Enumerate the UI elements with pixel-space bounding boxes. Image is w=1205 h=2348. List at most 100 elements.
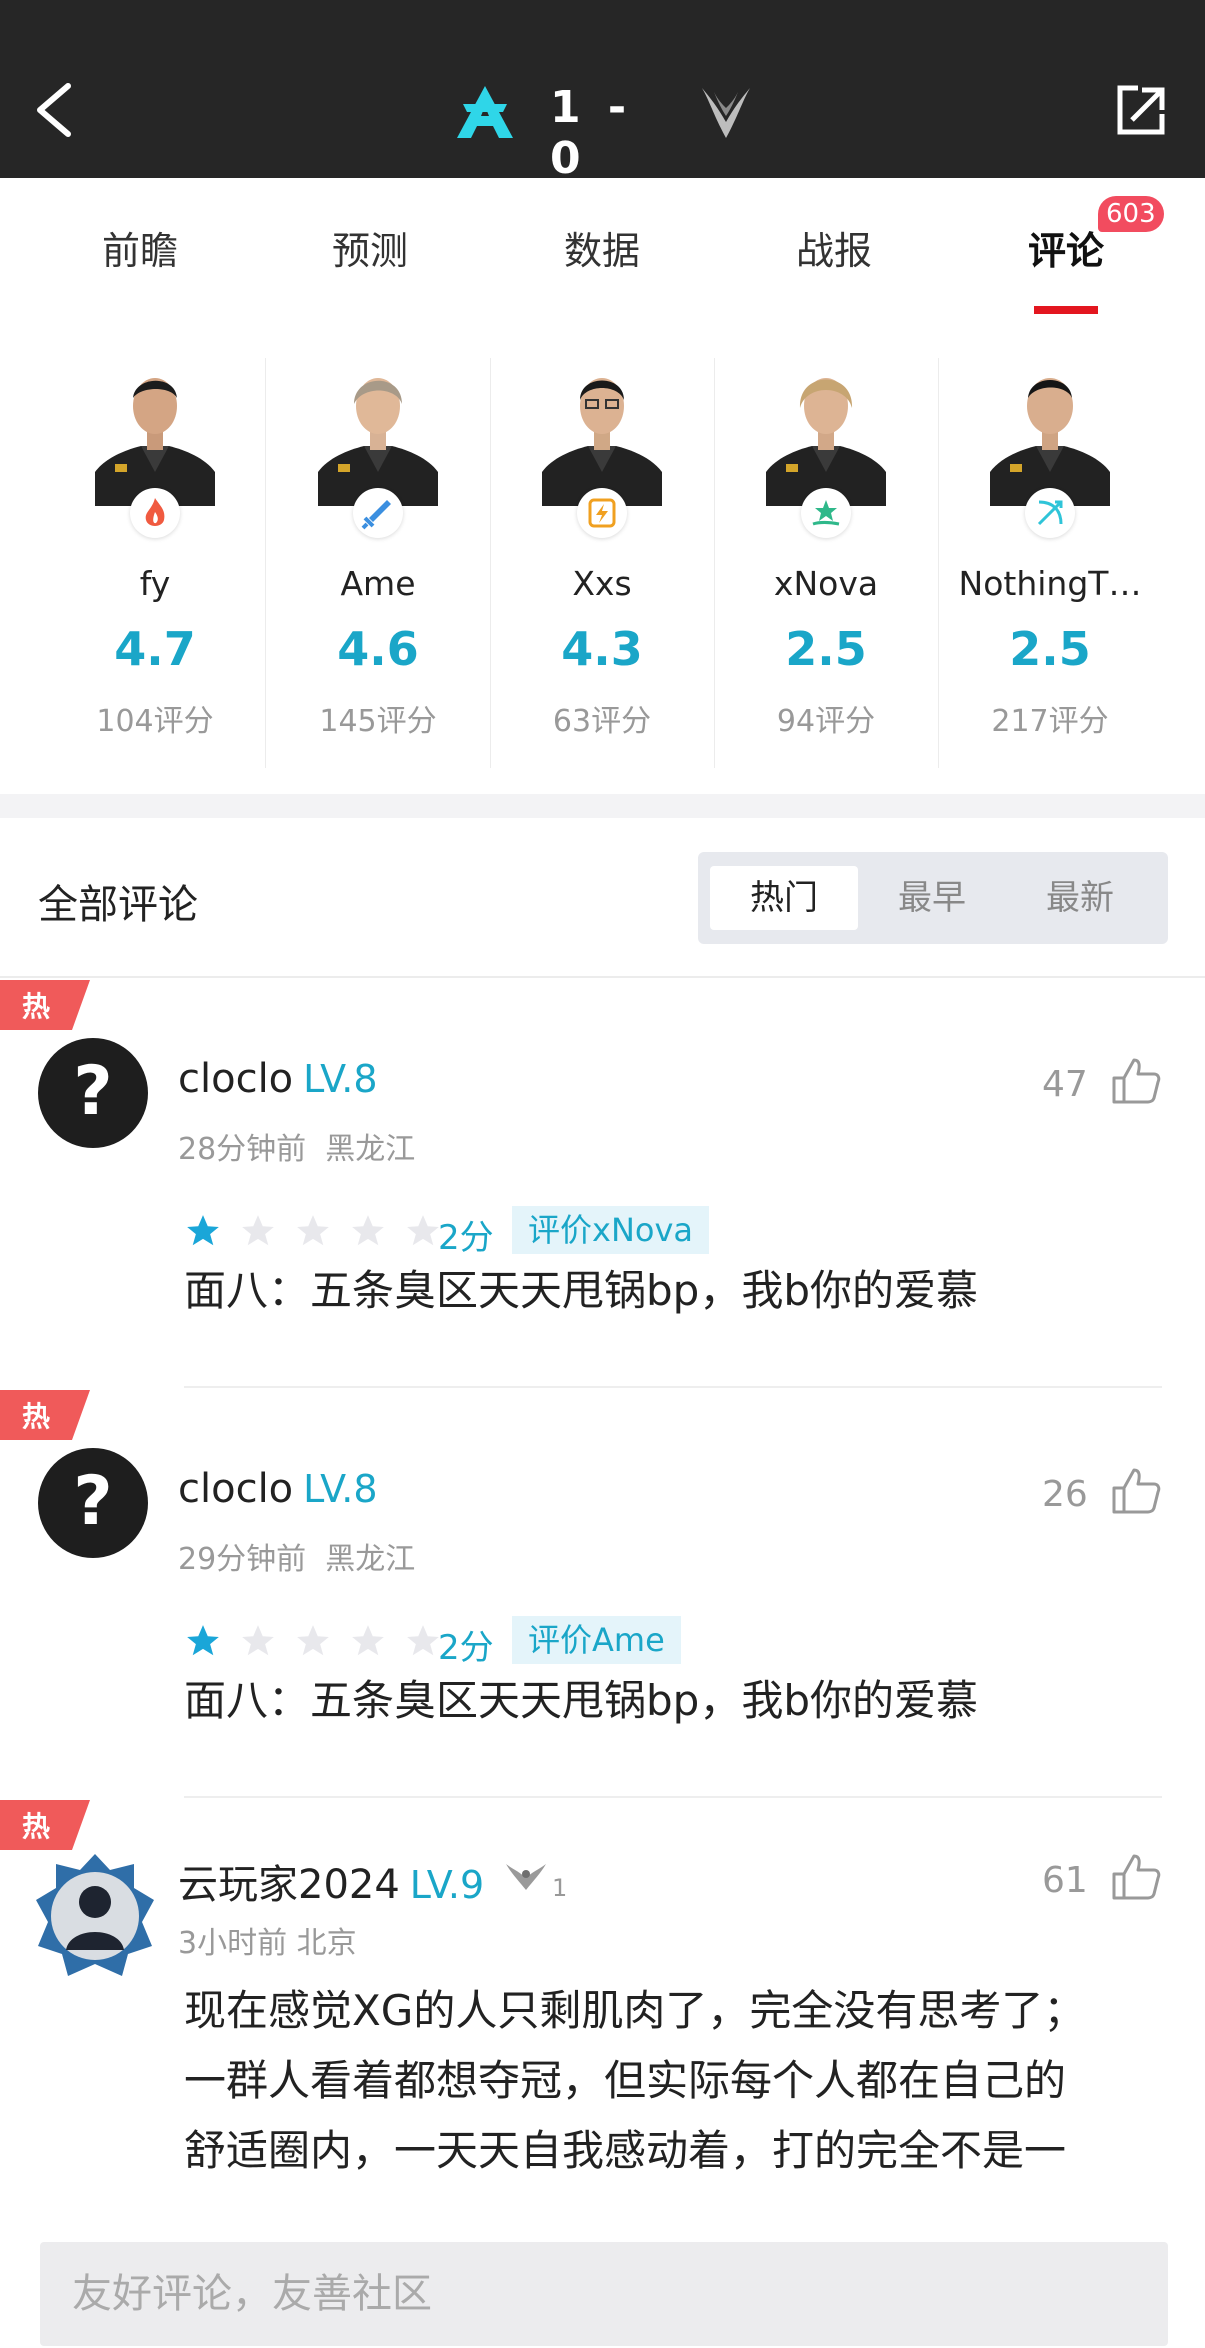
comment-meta: 3小时前 北京 <box>178 1926 357 1961</box>
star-empty-icon <box>352 1625 385 1656</box>
player-rating: 2.5 <box>785 622 867 676</box>
hot-tag-icon: 热 <box>0 980 90 1030</box>
rated-player-tag[interactable]: 评价Ame <box>512 1616 681 1664</box>
player-rating: 4.7 <box>114 622 196 676</box>
tab-preview[interactable]: 前瞻 <box>40 220 240 280</box>
thumbs-up-icon[interactable] <box>1110 1056 1162 1106</box>
player-name: fy <box>139 564 171 603</box>
player-rating-list: fy 4.7 104评分 Ame 4.6 145评分 Xxs 4.3 63评分 … <box>0 318 1205 794</box>
player-photo <box>766 378 886 506</box>
tab-bar: 前瞻 预测 数据 战报 评论 603 <box>0 178 1205 318</box>
star-empty-icon <box>242 1625 274 1656</box>
player-card-fy[interactable]: fy 4.7 104评分 <box>43 360 267 770</box>
sword-icon <box>353 488 403 538</box>
player-card-ame[interactable]: Ame 4.6 145评分 <box>266 360 490 770</box>
comment-item: 热 云玩家2024 LV.9 1 3小时前 北京 61 现在感觉XG的人只剩肌肉了… <box>0 1800 1205 2210</box>
sort-earliest-button[interactable]: 最早 <box>858 866 1006 930</box>
star-rating <box>184 1212 454 1252</box>
badge-count: 1 <box>552 1874 568 1902</box>
sort-newest-button[interactable]: 最新 <box>1006 866 1154 930</box>
like-count: 61 <box>1042 1860 1088 1901</box>
hot-tag-icon: 热 <box>0 1800 90 1850</box>
comment-item: 热 ? cloclo LV.8 28分钟前 黑龙江 47 2分 评价xNova 面… <box>0 980 1205 1390</box>
avatar[interactable] <box>30 1850 160 1980</box>
comments-title: 全部评论 <box>38 882 198 928</box>
team-a-logo-icon[interactable] <box>455 84 515 140</box>
divider <box>0 976 1205 978</box>
bow-icon <box>1025 488 1075 538</box>
tab-data[interactable]: 数据 <box>502 220 702 280</box>
user-level: LV.8 <box>303 1057 378 1101</box>
comment-count-badge: 603 <box>1098 196 1164 232</box>
star-empty-icon <box>407 1215 440 1246</box>
player-rating-count: 94评分 <box>776 704 876 739</box>
thumbs-up-icon[interactable] <box>1110 1852 1162 1902</box>
player-photo <box>95 378 215 506</box>
comment-text: 面八：五条臭区天天甩锅bp，我b你的爱慕 <box>184 1266 978 1315</box>
avatar[interactable]: ? <box>38 1448 148 1558</box>
star-empty-icon <box>297 1625 330 1656</box>
comment-input[interactable]: 友好评论，友善社区 <box>40 2242 1168 2346</box>
comment-text: 面八：五条臭区天天甩锅bp，我b你的爱慕 <box>184 1676 978 1725</box>
player-name: Xxs <box>572 564 632 603</box>
hot-tag-icon: 热 <box>0 1390 90 1440</box>
team-b-logo-icon[interactable] <box>696 82 756 142</box>
healing-hand-icon <box>801 488 851 538</box>
player-name: Ame <box>340 564 416 603</box>
player-rating: 4.6 <box>337 622 419 676</box>
rating-score: 2分 <box>438 1628 494 1668</box>
wing-badge-icon <box>506 1864 546 1890</box>
comment-text-line: 一群人看着都想夺冠，但实际每个人都在自己的 <box>184 2056 1067 2105</box>
star-empty-icon <box>297 1215 330 1246</box>
like-count: 26 <box>1042 1474 1088 1515</box>
player-rating-count: 217评分 <box>991 704 1109 739</box>
player-rating: 4.3 <box>561 622 643 676</box>
player-rating: 2.5 <box>1009 622 1091 676</box>
star-rating <box>184 1622 454 1662</box>
divider <box>184 1386 1162 1388</box>
share-icon[interactable] <box>1114 82 1168 138</box>
top-bar: 1 - 0 <box>0 0 1205 184</box>
tab-prediction[interactable]: 预测 <box>270 220 470 280</box>
svg-text:热: 热 <box>22 1810 50 1843</box>
comment-text-line: 现在感觉XG的人只剩肌肉了，完全没有思考了； <box>184 1986 1086 2035</box>
player-rating-count: 63评分 <box>552 704 652 739</box>
comment-text-line: 舒适圈内，一天天自我感动着，打的完全不是一 <box>184 2126 1067 2175</box>
like-count: 47 <box>1042 1064 1088 1105</box>
username[interactable]: 云玩家2024 LV.9 <box>178 1852 484 1910</box>
match-score: 1 - 0 <box>440 78 770 184</box>
back-icon[interactable] <box>30 80 80 140</box>
comments-section: 全部评论 热门 最早 最新 热 ? cloclo LV.8 28分钟前 黑龙江 4… <box>0 818 1205 2348</box>
player-photo <box>318 378 438 506</box>
rating-score: 2分 <box>438 1218 494 1258</box>
player-name: xNova <box>773 564 879 603</box>
username[interactable]: cloclo LV.8 <box>178 1466 378 1512</box>
comment-meta: 29分钟前 黑龙江 <box>178 1542 416 1577</box>
comment-input-bar: 友好评论，友善社区 <box>0 2206 1205 2348</box>
user-level: LV.8 <box>303 1467 378 1511</box>
player-name: NothingT… <box>958 564 1142 603</box>
player-photo <box>542 378 662 506</box>
score-text: 1 - 0 <box>550 82 633 184</box>
comment-item: 热 ? cloclo LV.8 29分钟前 黑龙江 26 2分 评价Ame 面八：… <box>0 1390 1205 1800</box>
comment-meta: 28分钟前 黑龙江 <box>178 1132 416 1167</box>
player-photo <box>990 378 1110 506</box>
avatar[interactable]: ? <box>38 1038 148 1148</box>
sort-hot-button[interactable]: 热门 <box>710 866 858 930</box>
rated-player-tag[interactable]: 评价xNova <box>512 1206 710 1254</box>
star-filled-icon <box>187 1625 219 1656</box>
player-card-xxs[interactable]: Xxs 4.3 63评分 <box>490 360 714 770</box>
star-empty-icon <box>407 1625 440 1656</box>
comment-text: 现在感觉XG的人只剩肌肉了，完全没有思考了； 一群人看着都想夺冠，但实际每个人都… <box>184 1976 1184 2186</box>
username[interactable]: cloclo LV.8 <box>178 1056 378 1102</box>
lightning-shield-icon <box>577 488 627 538</box>
tab-report[interactable]: 战报 <box>734 220 934 280</box>
player-card-nothingtosay[interactable]: NothingT… 2.5 217评分 <box>938 360 1162 770</box>
svg-text:热: 热 <box>22 990 50 1023</box>
thumbs-up-icon[interactable] <box>1110 1466 1162 1516</box>
svg-text:热: 热 <box>22 1400 50 1433</box>
player-card-xnova[interactable]: xNova 2.5 94评分 <box>714 360 938 770</box>
fire-icon <box>130 488 180 538</box>
active-tab-indicator <box>1034 306 1098 314</box>
star-empty-icon <box>352 1215 385 1246</box>
